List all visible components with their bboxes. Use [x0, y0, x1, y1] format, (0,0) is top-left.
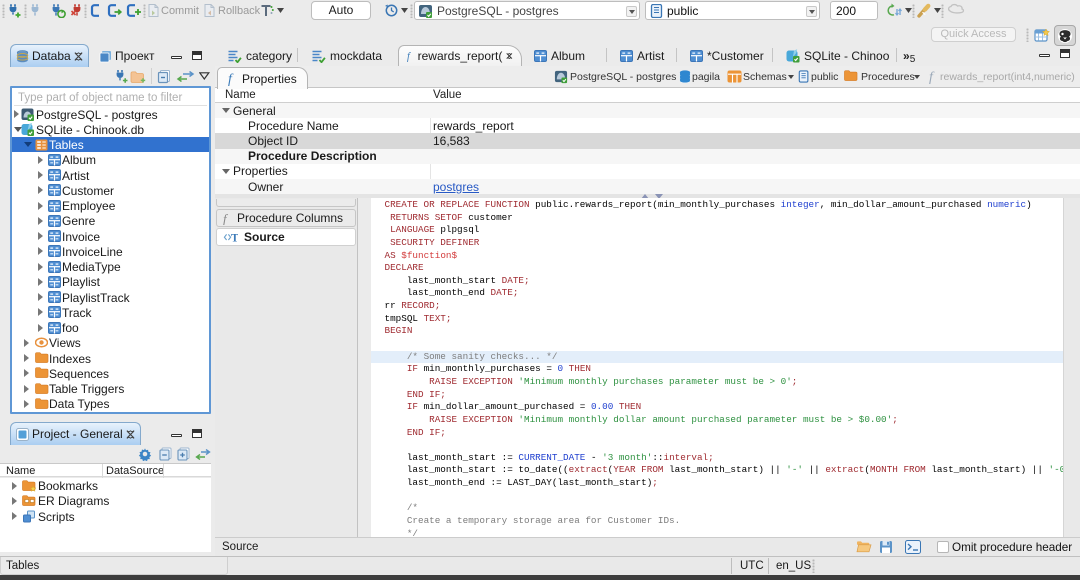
svg-text:T: T — [231, 233, 238, 244]
svg-text:f: f — [223, 212, 229, 225]
svg-text:f: f — [929, 70, 935, 84]
svg-text:f: f — [407, 51, 411, 62]
svg-text:f: f — [228, 72, 234, 86]
